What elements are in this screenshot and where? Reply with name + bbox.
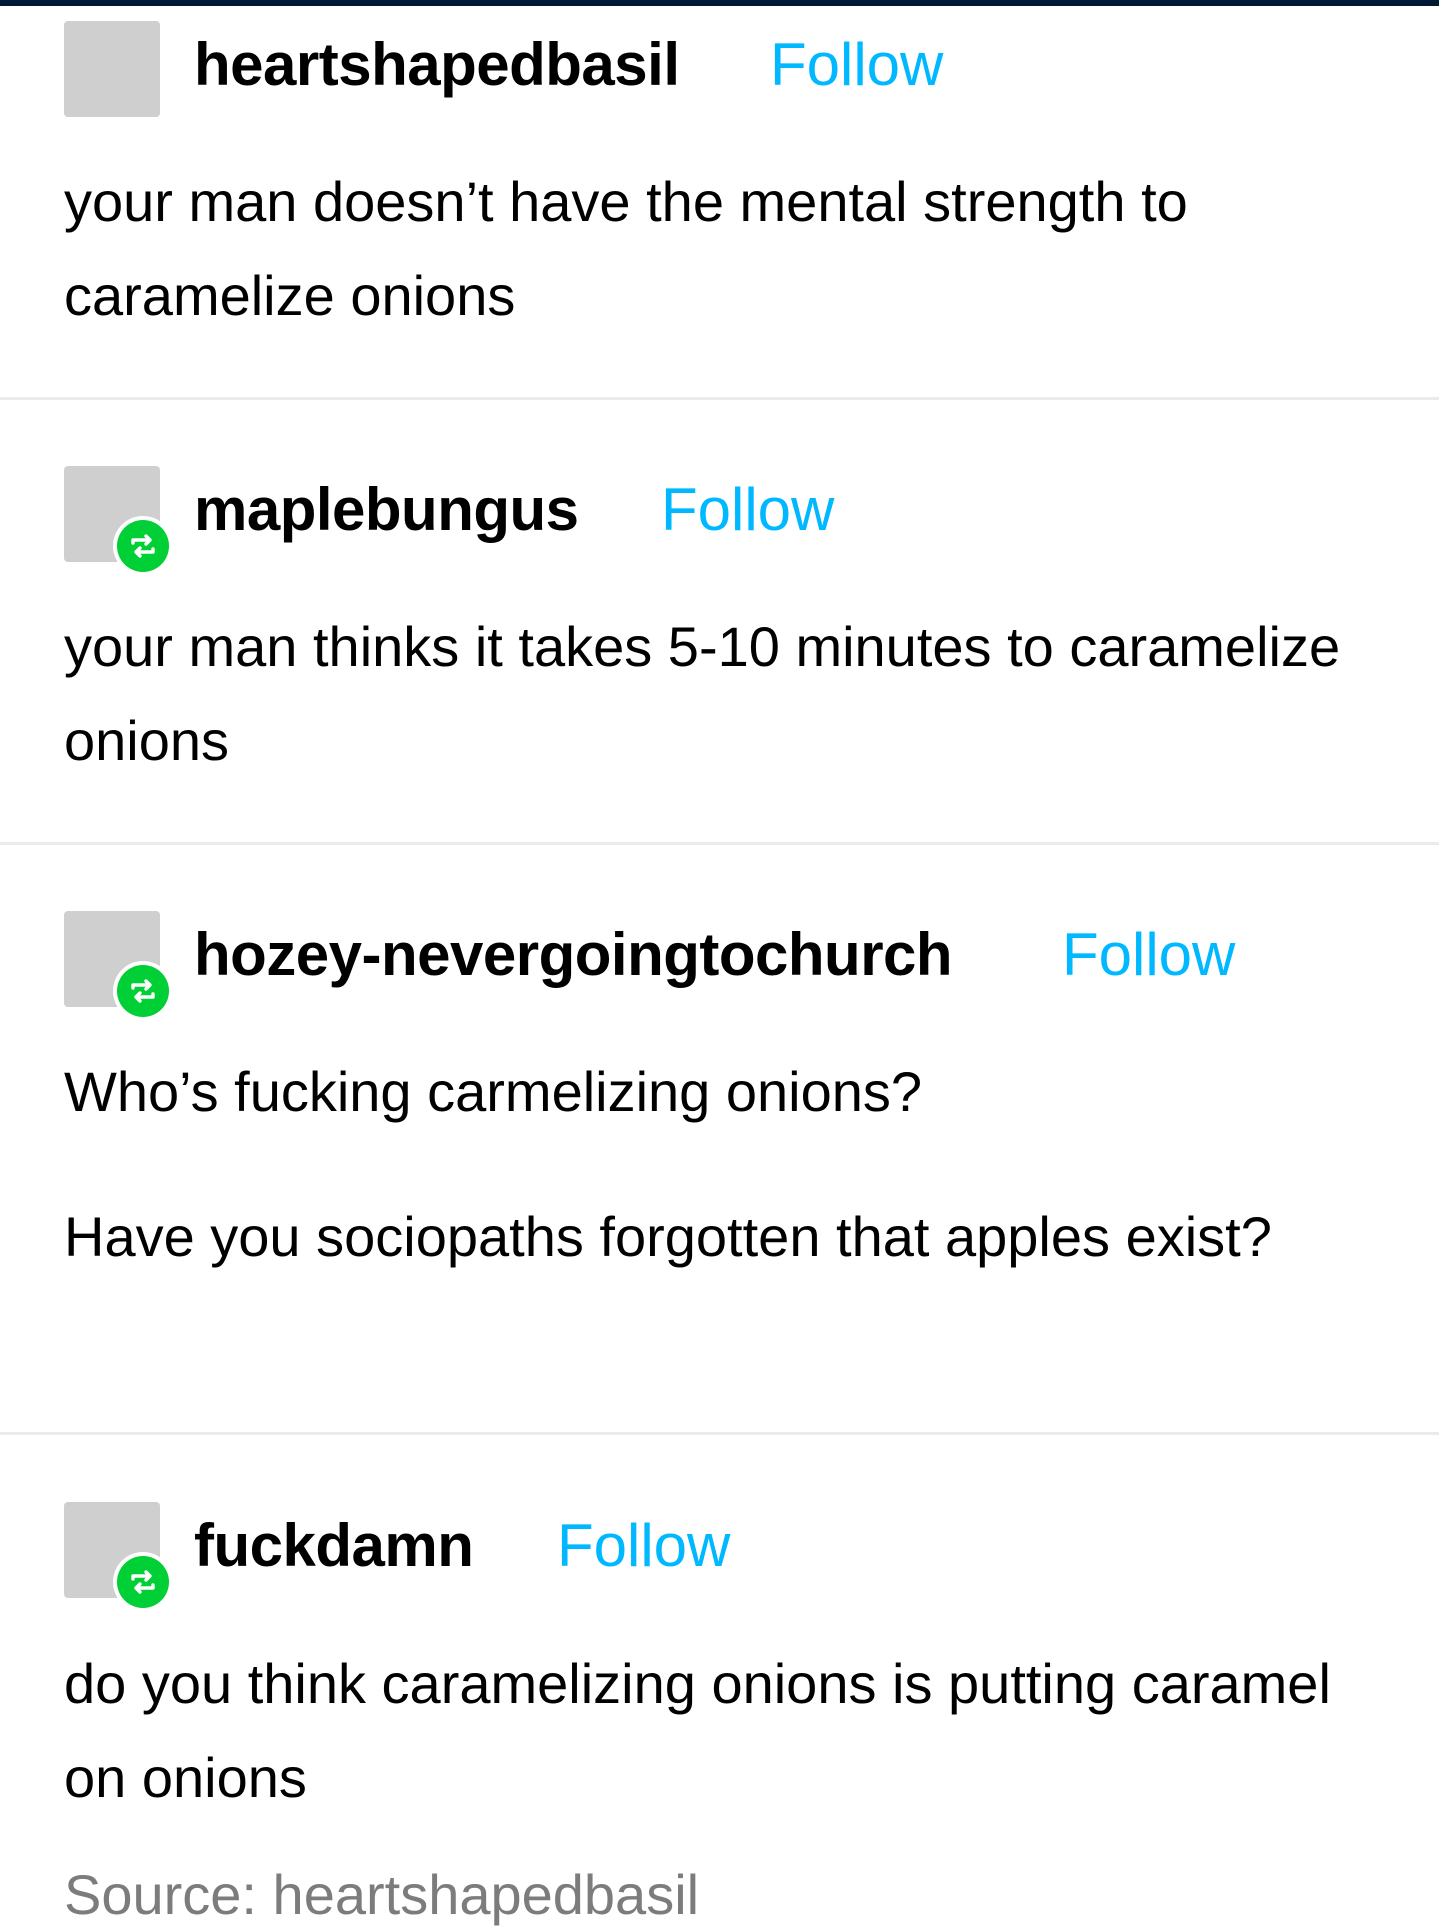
reblog-badge bbox=[113, 516, 173, 576]
avatar[interactable] bbox=[64, 911, 173, 1021]
username[interactable]: maplebungus bbox=[194, 475, 579, 544]
post-header: heartshapedbasil Follow bbox=[64, 20, 943, 118]
post-text: Who’s fucking carmelizing onions? bbox=[64, 1060, 923, 1123]
reblog-icon bbox=[131, 1570, 155, 1594]
follow-button[interactable]: Follow bbox=[557, 1511, 730, 1580]
username[interactable]: fuckdamn bbox=[194, 1511, 474, 1580]
reblog-icon bbox=[131, 534, 155, 558]
follow-button[interactable]: Follow bbox=[1062, 920, 1235, 989]
divider bbox=[0, 1432, 1439, 1435]
avatar[interactable] bbox=[64, 1502, 173, 1612]
divider bbox=[0, 397, 1439, 400]
follow-button[interactable]: Follow bbox=[770, 30, 943, 99]
post-header: maplebungus Follow bbox=[64, 465, 834, 576]
divider bbox=[0, 842, 1439, 845]
post-header: hozey-nevergoingtochurch Follow bbox=[64, 910, 1235, 1021]
avatar[interactable] bbox=[64, 21, 160, 117]
post-text: your man thinks it takes 5-10 minutes to… bbox=[64, 615, 1341, 772]
username[interactable]: heartshapedbasil bbox=[194, 30, 680, 99]
source-link[interactable]: Source: heartshapedbasil bbox=[64, 1862, 699, 1927]
post-text: Have you sociopaths forgotten that apple… bbox=[64, 1205, 1272, 1268]
username[interactable]: hozey-nevergoingtochurch bbox=[194, 920, 953, 989]
reblog-icon bbox=[131, 979, 155, 1003]
post-text: your man doesn’t have the mental strengt… bbox=[64, 170, 1188, 327]
reblog-badge bbox=[113, 961, 173, 1021]
reblog-badge bbox=[113, 1552, 173, 1612]
top-bar bbox=[0, 0, 1439, 6]
avatar[interactable] bbox=[64, 466, 173, 576]
post-text: do you think caramelizing onions is putt… bbox=[64, 1652, 1331, 1809]
follow-button[interactable]: Follow bbox=[661, 475, 834, 544]
post-header: fuckdamn Follow bbox=[64, 1501, 730, 1612]
